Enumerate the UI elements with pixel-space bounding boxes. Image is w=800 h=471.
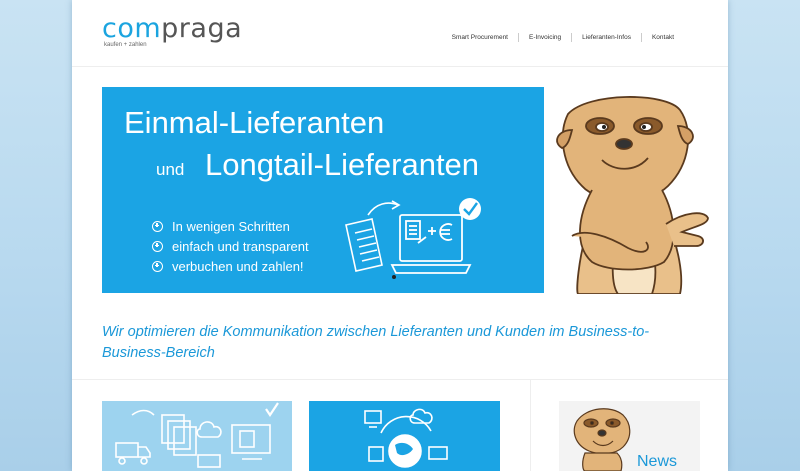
nav-e-invoicing[interactable]: E-Invoicing <box>519 34 571 41</box>
compraga-logo[interactable]: compraga kaufen + zahlen <box>102 14 242 49</box>
header-divider <box>72 66 728 67</box>
news-box[interactable]: News <box>559 401 700 471</box>
feature-tile-invoicing[interactable] <box>309 401 500 471</box>
monitor-icon <box>364 410 382 424</box>
banner-headline-und: und <box>156 160 185 179</box>
arrow-icon <box>380 415 432 434</box>
plus-circle-icon <box>152 260 163 272</box>
section-vertical-divider <box>530 380 531 471</box>
banner-headline-1: Einmal-Lieferanten <box>124 105 385 140</box>
logo-praga: praga <box>161 13 243 44</box>
banner-bullet-text: einfach und transparent <box>172 238 309 254</box>
card-icon <box>197 454 221 468</box>
banner-bullet: verbuchen und zahlen! <box>152 256 309 276</box>
feature-tile-procurement[interactable] <box>102 401 292 471</box>
cursor-dot <box>392 275 396 279</box>
tagline: Wir optimieren die Kommunikation zwische… <box>102 324 650 361</box>
document-icon <box>161 414 185 444</box>
nav-kontakt[interactable]: Kontakt <box>642 34 684 41</box>
logo-tagline: kaufen + zahlen <box>104 42 147 48</box>
document-icon <box>345 218 383 272</box>
banner-bullet-text: In wenigen Schritten <box>172 218 290 234</box>
banner-bullet-list: In wenigen Schritten einfach und transpa… <box>152 216 309 276</box>
hero-banner[interactable]: Einmal-Lieferanten und Longtail-Lieferan… <box>102 87 544 293</box>
logo-wordmark: compraga <box>102 14 242 44</box>
invoicing-illustration <box>364 408 448 468</box>
meerkat-news-icon <box>573 408 631 471</box>
banner-bullet-text: verbuchen und zahlen! <box>172 258 304 274</box>
meerkat-mascot <box>556 96 709 294</box>
nav-smart-procurement[interactable]: Smart Procurement <box>442 34 518 41</box>
banner-headline-2: Longtail-Lieferanten <box>205 147 480 182</box>
procurement-illustration <box>115 402 279 468</box>
laptop-icon <box>390 214 472 274</box>
cloud-icon <box>196 421 222 438</box>
banner-bullet: einfach und transparent <box>152 236 309 256</box>
checkmark-icon <box>265 402 279 417</box>
arrow-icon <box>131 409 155 416</box>
section-divider <box>72 379 728 380</box>
plus-circle-icon <box>152 240 163 252</box>
banner-bullet: In wenigen Schritten <box>152 216 309 236</box>
logo-com: com <box>102 13 162 44</box>
nav-lieferanten-infos[interactable]: Lieferanten-Infos <box>572 34 641 41</box>
page-container: compraga kaufen + zahlen Smart Procureme… <box>72 0 728 471</box>
monitor-icon <box>231 424 271 454</box>
document-icon <box>368 446 384 462</box>
plus-circle-icon <box>152 220 163 232</box>
news-label: News <box>637 453 678 470</box>
invoice-laptop-illustration <box>345 198 481 279</box>
card-icon <box>428 446 448 460</box>
checkmark-icon <box>459 198 481 220</box>
truck-icon <box>115 442 139 458</box>
main-navigation: Smart Procurement E-Invoicing Lieferante… <box>442 33 684 42</box>
